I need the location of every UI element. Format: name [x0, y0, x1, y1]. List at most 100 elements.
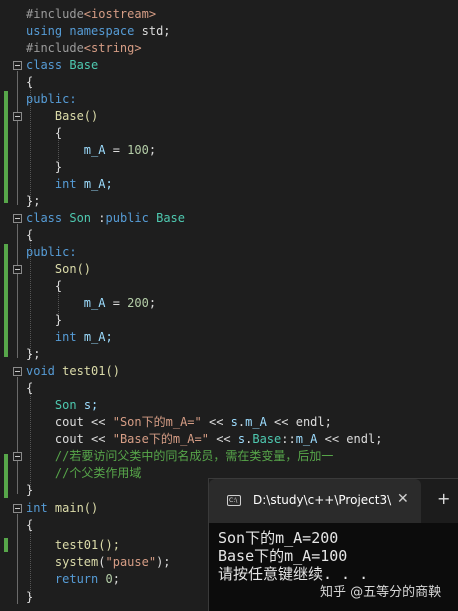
- local-var: s: [230, 415, 238, 429]
- punct: );: [156, 555, 171, 569]
- operator: <<: [317, 432, 347, 446]
- fold-toggle-main[interactable]: [13, 504, 22, 513]
- punct: ;: [324, 415, 332, 429]
- brace: {: [26, 228, 34, 242]
- operator: <<: [266, 415, 296, 429]
- fold-toggle-class-son[interactable]: [13, 214, 22, 223]
- function-call: test01();: [54, 538, 120, 552]
- brace: {: [26, 75, 34, 89]
- function-name: main(): [47, 501, 99, 515]
- brace: }: [54, 313, 63, 327]
- fold-region-line: [17, 377, 18, 494]
- console-tab[interactable]: C:\ D:\study\c++\Project3\ ✕: [209, 479, 421, 523]
- fold-toggle-son-ctor[interactable]: [13, 265, 22, 274]
- code-line-31[interactable]: {: [26, 517, 33, 534]
- code-line-14[interactable]: {: [26, 227, 33, 244]
- code-line-12[interactable]: };: [26, 193, 40, 210]
- code-line-34[interactable]: return 0;: [26, 571, 120, 588]
- identifier: endl: [346, 432, 376, 446]
- watermark: 知乎 @五等分的商鞅: [320, 585, 442, 600]
- string-literal: "pause": [105, 555, 157, 569]
- preprocessor: #include: [26, 7, 84, 21]
- member-decl: m_A;: [76, 330, 113, 344]
- access-specifier: public:: [26, 92, 77, 106]
- console-output-line: Base下的m_A=100: [218, 547, 348, 565]
- code-line-29[interactable]: }: [26, 482, 33, 499]
- close-icon[interactable]: ✕: [397, 491, 409, 507]
- identifier: std;: [141, 24, 171, 38]
- keyword: int: [54, 177, 77, 191]
- keyword: using: [26, 24, 63, 38]
- change-bar: [4, 91, 8, 203]
- fold-toggle-base-ctor[interactable]: [13, 112, 22, 121]
- code-line-30[interactable]: int main(): [26, 500, 98, 517]
- class-name: Base: [156, 211, 185, 225]
- preprocessor: #include: [26, 41, 84, 55]
- code-line-26[interactable]: cout << "Base下的m_A=" << s.Base::m_A << e…: [26, 431, 383, 448]
- keyword: namespace: [69, 24, 135, 38]
- code-line-10[interactable]: }: [26, 159, 62, 176]
- code-line-2[interactable]: using namespace std;: [26, 23, 171, 40]
- code-line-22[interactable]: void test01(): [26, 363, 120, 380]
- punct: (: [98, 555, 106, 569]
- constructor-name: Base(): [54, 109, 99, 123]
- fold-toggle-class-base[interactable]: [13, 61, 22, 70]
- fold-region-line: [17, 514, 18, 604]
- code-line-8[interactable]: {: [26, 125, 62, 142]
- operator: =: [105, 143, 128, 157]
- code-line-25[interactable]: cout << "Son下的m_A=" << s.m_A << endl;: [26, 414, 332, 431]
- number: 100: [127, 143, 149, 157]
- brace: }: [26, 590, 34, 604]
- code-line-3[interactable]: #include<string>: [26, 40, 142, 57]
- keyword: void: [26, 364, 55, 378]
- keyword: public: [105, 211, 149, 225]
- punct: ;: [148, 143, 157, 157]
- keyword: return: [54, 572, 99, 586]
- code-line-4[interactable]: class Base: [26, 57, 98, 74]
- terminal-icon-text: C:\: [229, 497, 238, 504]
- code-line-19[interactable]: }: [26, 312, 62, 329]
- fold-toggle-test01[interactable]: [13, 367, 22, 376]
- function-call: system: [54, 555, 99, 569]
- fold-toggle-comment[interactable]: [13, 452, 22, 461]
- code-line-18[interactable]: m_A = 200;: [26, 295, 156, 312]
- keyword: int: [54, 330, 77, 344]
- add-tab-button[interactable]: +: [437, 489, 450, 508]
- code-line-11[interactable]: int m_A;: [26, 176, 113, 193]
- member-variable: m_A: [245, 415, 267, 429]
- code-line-17[interactable]: {: [26, 278, 62, 295]
- code-line-15[interactable]: public:: [26, 244, 77, 261]
- member-variable: m_A: [295, 432, 318, 446]
- code-line-7[interactable]: Base(): [26, 108, 98, 125]
- member-decl: m_A;: [76, 177, 113, 191]
- code-line-24[interactable]: Son s;: [26, 397, 98, 414]
- code-line-16[interactable]: Son(): [26, 261, 91, 278]
- code-line-5[interactable]: {: [26, 74, 33, 91]
- code-line-33[interactable]: system("pause");: [26, 554, 171, 571]
- code-line-28[interactable]: //个父类作用域: [26, 465, 141, 482]
- comment: //若要访问父类中的同名成员，需在类变量，后加一: [54, 449, 334, 463]
- brace: };: [26, 194, 41, 208]
- brace: {: [26, 381, 34, 395]
- code-line-35[interactable]: }: [26, 589, 33, 606]
- code-line-32[interactable]: test01();: [26, 537, 120, 554]
- keyword: class: [26, 58, 63, 72]
- code-line-6[interactable]: public:: [26, 91, 77, 108]
- terminal-icon: C:\: [227, 495, 241, 506]
- code-line-27[interactable]: //若要访问父类中的同名成员，需在类变量，后加一: [26, 448, 333, 465]
- access-specifier: public:: [26, 245, 77, 259]
- include-target: <string>: [83, 41, 142, 55]
- code-line-20[interactable]: int m_A;: [26, 329, 113, 346]
- code-line-1[interactable]: #include<iostream>: [26, 6, 156, 23]
- code-line-23[interactable]: {: [26, 380, 33, 397]
- keyword: int: [26, 501, 48, 515]
- change-bar: [4, 454, 8, 498]
- code-line-13[interactable]: class Son :public Base: [26, 210, 185, 227]
- code-line-9[interactable]: m_A = 100;: [26, 142, 156, 159]
- class-name: Base: [252, 432, 282, 446]
- code-line-21[interactable]: };: [26, 346, 40, 363]
- brace: {: [54, 126, 63, 140]
- punct: ;: [148, 296, 157, 310]
- fold-region-line: [17, 224, 18, 358]
